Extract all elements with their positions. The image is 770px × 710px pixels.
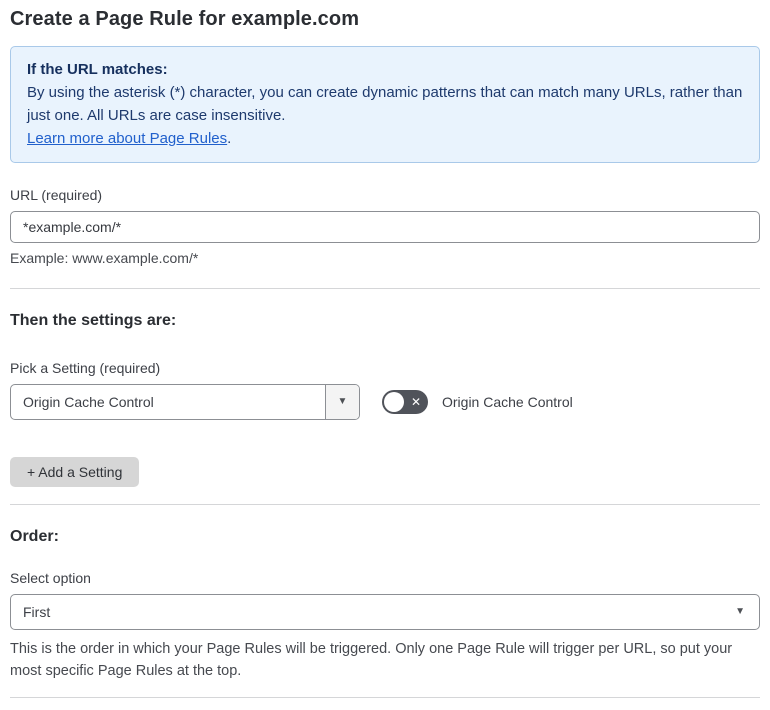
toggle-knob <box>384 392 404 412</box>
toggle-setting-label: Origin Cache Control <box>442 394 573 410</box>
toggle-off-x-icon: ✕ <box>410 395 421 409</box>
order-select-label: Select option <box>10 570 91 586</box>
chevron-down-icon: ▼ <box>337 396 348 407</box>
order-section-heading: Order: <box>10 528 59 545</box>
url-field-label: URL (required) <box>10 187 103 203</box>
divider <box>10 504 760 505</box>
divider <box>10 697 760 698</box>
chevron-down-icon: ▼ <box>735 606 745 617</box>
setting-select-value: Origin Cache Control <box>23 394 154 410</box>
url-input[interactable] <box>10 211 760 243</box>
create-page-rule-form: Create a Page Rule for example.com If th… <box>0 0 770 710</box>
setting-select-arrow-section[interactable]: ▼ <box>325 385 359 419</box>
order-helper-text: This is the order in which your Page Rul… <box>10 641 733 679</box>
settings-section-heading: Then the settings are: <box>10 312 177 329</box>
setting-select[interactable]: Origin Cache Control ▼ <box>10 384 360 420</box>
divider <box>10 288 760 289</box>
order-select-value: First <box>23 604 51 620</box>
url-match-info-box: If the URL matches: By using the asteris… <box>10 46 760 163</box>
info-box-link-line: Learn more about Page Rules. <box>27 127 743 150</box>
url-example-helper: Example: www.example.com/* <box>10 250 199 266</box>
page-title: Create a Page Rule for example.com <box>10 8 360 30</box>
pick-setting-label: Pick a Setting (required) <box>10 360 161 376</box>
origin-cache-control-toggle[interactable]: ✕ <box>382 390 428 414</box>
learn-more-link[interactable]: Learn more about Page Rules <box>27 130 227 147</box>
link-suffix: . <box>227 130 232 147</box>
order-select[interactable]: First ▼ <box>10 594 760 630</box>
setting-row: Origin Cache Control ▼ ✕ Origin Cache Co… <box>10 384 760 420</box>
add-setting-button[interactable]: + Add a Setting <box>10 457 140 487</box>
info-box-body: By using the asterisk (*) character, you… <box>27 84 743 124</box>
info-box-heading: If the URL matches: <box>27 61 168 78</box>
